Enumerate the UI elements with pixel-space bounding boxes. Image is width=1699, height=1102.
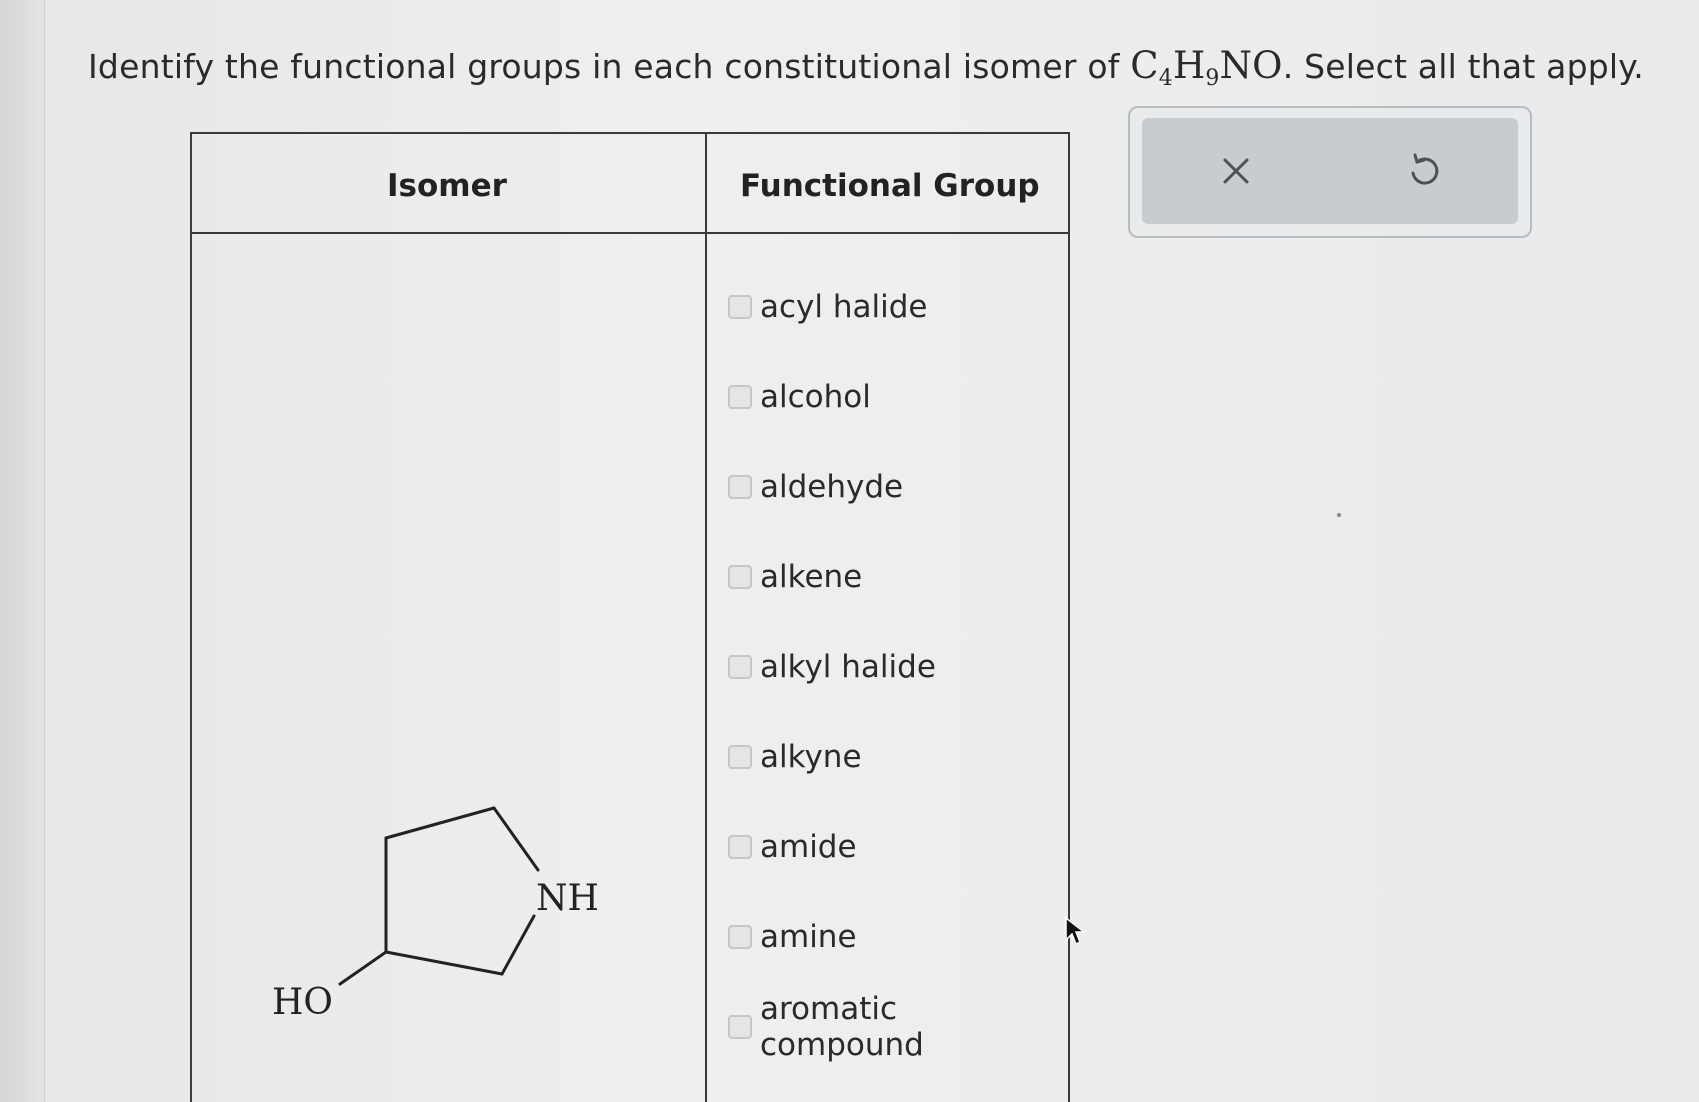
checkbox[interactable] [728, 745, 752, 769]
option-label: alkene [760, 559, 863, 595]
ho-label: HO [272, 982, 333, 1023]
option-alcohol[interactable]: alcohol [728, 352, 1068, 442]
isomer-header: Isomer [387, 168, 507, 204]
pyrrolidinol-structure-drawing: NH HO [272, 806, 599, 1023]
bond [338, 950, 388, 986]
formula-c-count: 4 [1158, 66, 1173, 91]
option-label: acyl halide [760, 289, 928, 325]
question-text: Identify the functional groups in each c… [88, 44, 1644, 91]
option-amide[interactable]: amide [728, 802, 1068, 892]
option-label: alkyne [760, 739, 862, 775]
option-label: amine [760, 919, 857, 955]
table-header-row: Isomer Functional Group [192, 134, 1068, 234]
formula-c: C [1130, 44, 1159, 87]
undo-button[interactable] [1330, 118, 1518, 224]
option-aromatic-compound[interactable]: aromatic compound [728, 982, 1068, 1072]
checkbox[interactable] [728, 925, 752, 949]
nh-label: NH [536, 878, 599, 919]
checkbox[interactable] [728, 835, 752, 859]
checkbox[interactable] [728, 655, 752, 679]
checkbox[interactable] [728, 475, 752, 499]
option-aldehyde[interactable]: aldehyde [728, 442, 1068, 532]
option-acyl-halide[interactable]: acyl halide [728, 262, 1068, 352]
formula-rest: NO [1219, 44, 1283, 87]
molecular-formula: C4H9NO [1130, 44, 1283, 91]
answer-table: Isomer Functional Group NH HO acyl halid… [190, 132, 1070, 1102]
checkbox[interactable] [728, 385, 752, 409]
bond [384, 950, 504, 976]
option-label: aromatic compound [760, 991, 924, 1063]
formula-h-count: 9 [1205, 66, 1220, 91]
bond [500, 914, 536, 976]
mouse-cursor-icon [1064, 916, 1088, 952]
answer-action-box [1128, 106, 1532, 238]
option-alkene[interactable]: alkene [728, 532, 1068, 622]
stray-dot [1337, 513, 1341, 517]
functional-group-options: acyl halide alcohol aldehyde alkene alky… [728, 262, 1068, 1072]
window-edge [0, 0, 45, 1102]
formula-h: H [1172, 44, 1206, 87]
option-alkyl-halide[interactable]: alkyl halide [728, 622, 1068, 712]
question-prefix: Identify the functional groups in each c… [88, 47, 1131, 86]
question-suffix: . Select all that apply. [1282, 47, 1644, 86]
clear-button[interactable] [1142, 118, 1330, 224]
option-label: alcohol [760, 379, 871, 415]
page: Identify the functional groups in each c… [0, 0, 1699, 1102]
functional-group-header: Functional Group [740, 168, 1040, 204]
option-label: amide [760, 829, 857, 865]
x-icon [1223, 158, 1249, 184]
option-label: alkyl halide [760, 649, 936, 685]
undo-icon [1411, 153, 1439, 185]
column-divider [705, 134, 707, 1102]
option-label: aldehyde [760, 469, 904, 505]
action-button-group [1142, 118, 1518, 224]
option-alkyne[interactable]: alkyne [728, 712, 1068, 802]
bond [492, 806, 540, 872]
checkbox[interactable] [728, 565, 752, 589]
checkbox[interactable] [728, 295, 752, 319]
option-amine[interactable]: amine [728, 892, 1068, 982]
bond [384, 806, 496, 840]
checkbox[interactable] [728, 1015, 752, 1039]
ring-bonds [338, 806, 540, 986]
isomer-structure: NH HO [262, 774, 622, 1102]
